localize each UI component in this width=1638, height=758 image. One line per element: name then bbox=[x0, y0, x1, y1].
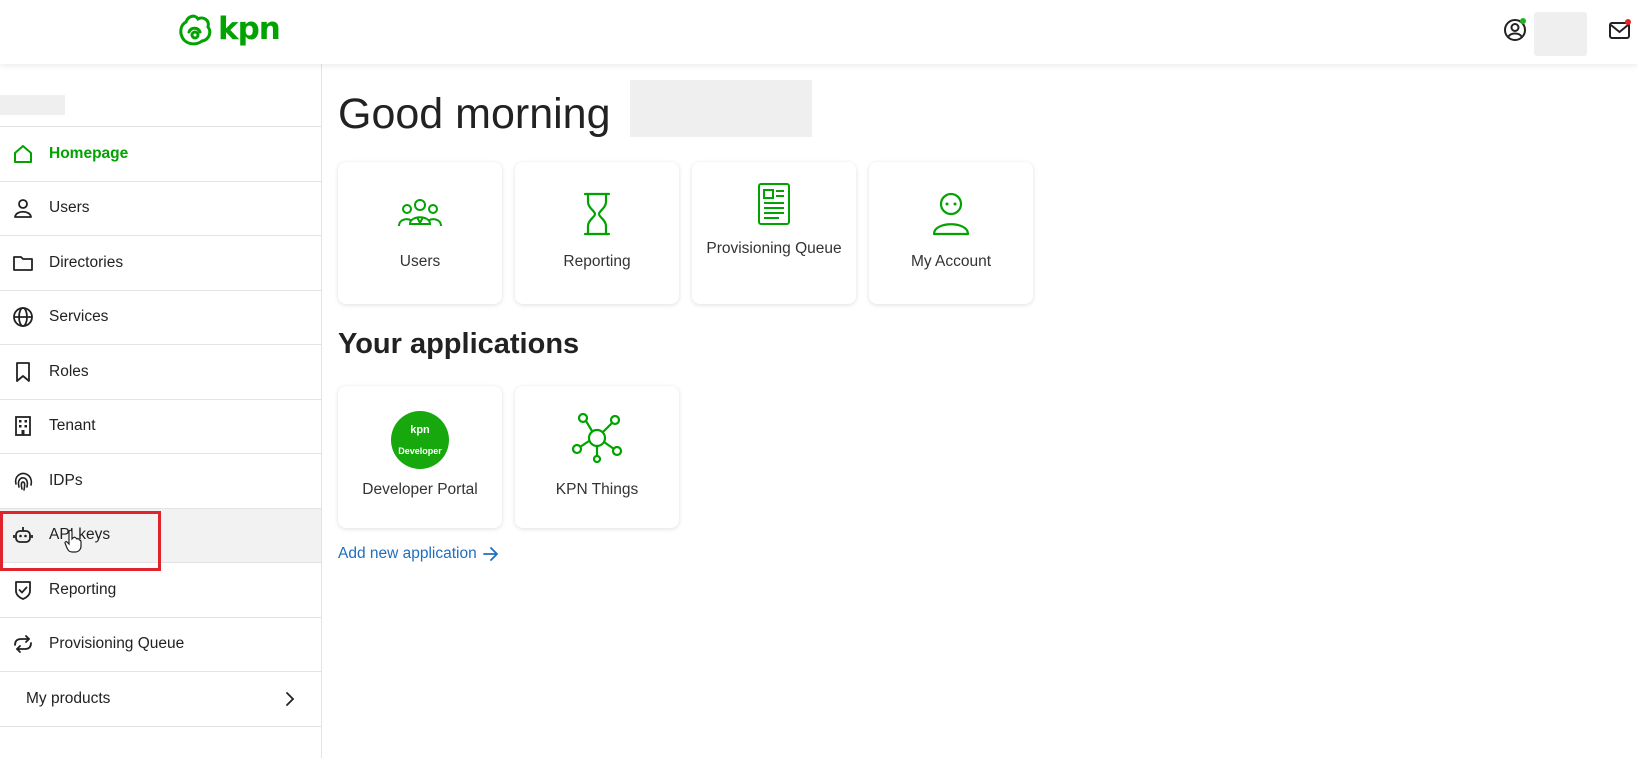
quick-link-reporting[interactable]: Reporting bbox=[515, 162, 679, 304]
folder-icon bbox=[13, 255, 33, 271]
shield-check-icon bbox=[15, 580, 31, 600]
developer-portal-badge: kpn Developer bbox=[391, 411, 449, 469]
sidebar-nav: Homepage Users Directories Services Role… bbox=[0, 126, 321, 727]
sidebar-item-provisioning-queue[interactable]: Provisioning Queue bbox=[0, 618, 321, 672]
sidebar: Homepage Users Directories Services Role… bbox=[0, 64, 322, 758]
globe-icon bbox=[13, 307, 33, 328]
app-kpn-things[interactable]: KPN Things bbox=[515, 386, 679, 528]
sync-icon bbox=[14, 635, 32, 654]
sidebar-item-label: IDPs bbox=[49, 471, 83, 489]
badge-brand-text: kpn bbox=[410, 424, 430, 436]
kpn-crown-icon bbox=[179, 14, 212, 46]
redacted-user-name[interactable] bbox=[1534, 12, 1587, 56]
sidebar-item-users[interactable]: Users bbox=[0, 182, 321, 236]
sidebar-item-label: Users bbox=[49, 199, 90, 217]
online-status-dot bbox=[1520, 18, 1526, 24]
quick-link-label: My Account bbox=[910, 253, 992, 270]
notification-dot bbox=[1625, 19, 1631, 25]
redacted-greeting-name bbox=[630, 80, 812, 137]
bookmark-icon bbox=[16, 361, 30, 382]
sidebar-item-label: Reporting bbox=[49, 580, 117, 598]
quick-link-my-account[interactable]: My Account bbox=[869, 162, 1033, 304]
app-developer-portal[interactable]: kpn Developer Developer Portal bbox=[338, 386, 502, 528]
users-group-icon bbox=[398, 199, 442, 227]
user-icon bbox=[14, 199, 32, 219]
sidebar-item-reporting[interactable]: Reporting bbox=[0, 563, 321, 618]
document-icon bbox=[758, 183, 790, 225]
app-label: Developer Portal bbox=[362, 481, 478, 498]
sidebar-item-services[interactable]: Services bbox=[0, 291, 321, 345]
sidebar-item-idps[interactable]: IDPs bbox=[0, 454, 321, 509]
sidebar-item-label: Services bbox=[49, 308, 109, 326]
sidebar-item-label: API keys bbox=[49, 526, 111, 544]
sidebar-item-label: Roles bbox=[49, 362, 89, 380]
quick-link-label: Users bbox=[399, 253, 441, 270]
quick-link-label: Provisioning Queue bbox=[706, 240, 842, 257]
top-header: kpn bbox=[0, 0, 1638, 64]
add-application-label: Add new application bbox=[338, 545, 477, 562]
page-greeting: Good morning bbox=[338, 90, 611, 138]
sidebar-item-label: My products bbox=[26, 689, 111, 707]
sidebar-item-label: Tenant bbox=[49, 417, 96, 435]
app-label: KPN Things bbox=[555, 481, 639, 498]
sidebar-item-directories[interactable]: Directories bbox=[0, 236, 321, 291]
chevron-right-icon bbox=[286, 691, 295, 706]
sidebar-item-homepage[interactable]: Homepage bbox=[0, 127, 321, 182]
quick-link-users[interactable]: Users bbox=[338, 162, 502, 304]
applications-heading: Your applications bbox=[338, 328, 580, 360]
account-icon bbox=[932, 192, 970, 236]
badge-subtitle-text: Developer bbox=[398, 446, 442, 456]
kpn-logo[interactable]: kpn bbox=[176, 10, 281, 48]
sidebar-item-roles[interactable]: Roles bbox=[0, 345, 321, 400]
sidebar-item-label: Homepage bbox=[49, 144, 129, 162]
sidebar-item-label: Provisioning Queue bbox=[49, 635, 185, 653]
add-new-application-link[interactable]: Add new application bbox=[338, 545, 499, 563]
arrow-right-icon bbox=[482, 547, 498, 561]
sidebar-item-label: Directories bbox=[49, 253, 124, 271]
quick-link-provisioning-queue[interactable]: Provisioning Queue bbox=[692, 162, 856, 304]
redacted-organisation bbox=[0, 95, 65, 115]
hourglass-icon bbox=[583, 192, 611, 236]
sidebar-item-api-keys[interactable]: API keys bbox=[0, 508, 321, 563]
sidebar-item-tenant[interactable]: Tenant bbox=[0, 400, 321, 454]
robot-icon bbox=[13, 527, 33, 544]
sidebar-item-my-products[interactable]: My products bbox=[0, 672, 321, 727]
building-icon bbox=[15, 416, 31, 437]
fingerprint-icon bbox=[14, 472, 33, 491]
network-nodes-icon bbox=[571, 412, 623, 463]
logo-text: kpn bbox=[218, 11, 281, 47]
home-icon bbox=[14, 144, 32, 163]
quick-link-label: Reporting bbox=[563, 253, 631, 270]
